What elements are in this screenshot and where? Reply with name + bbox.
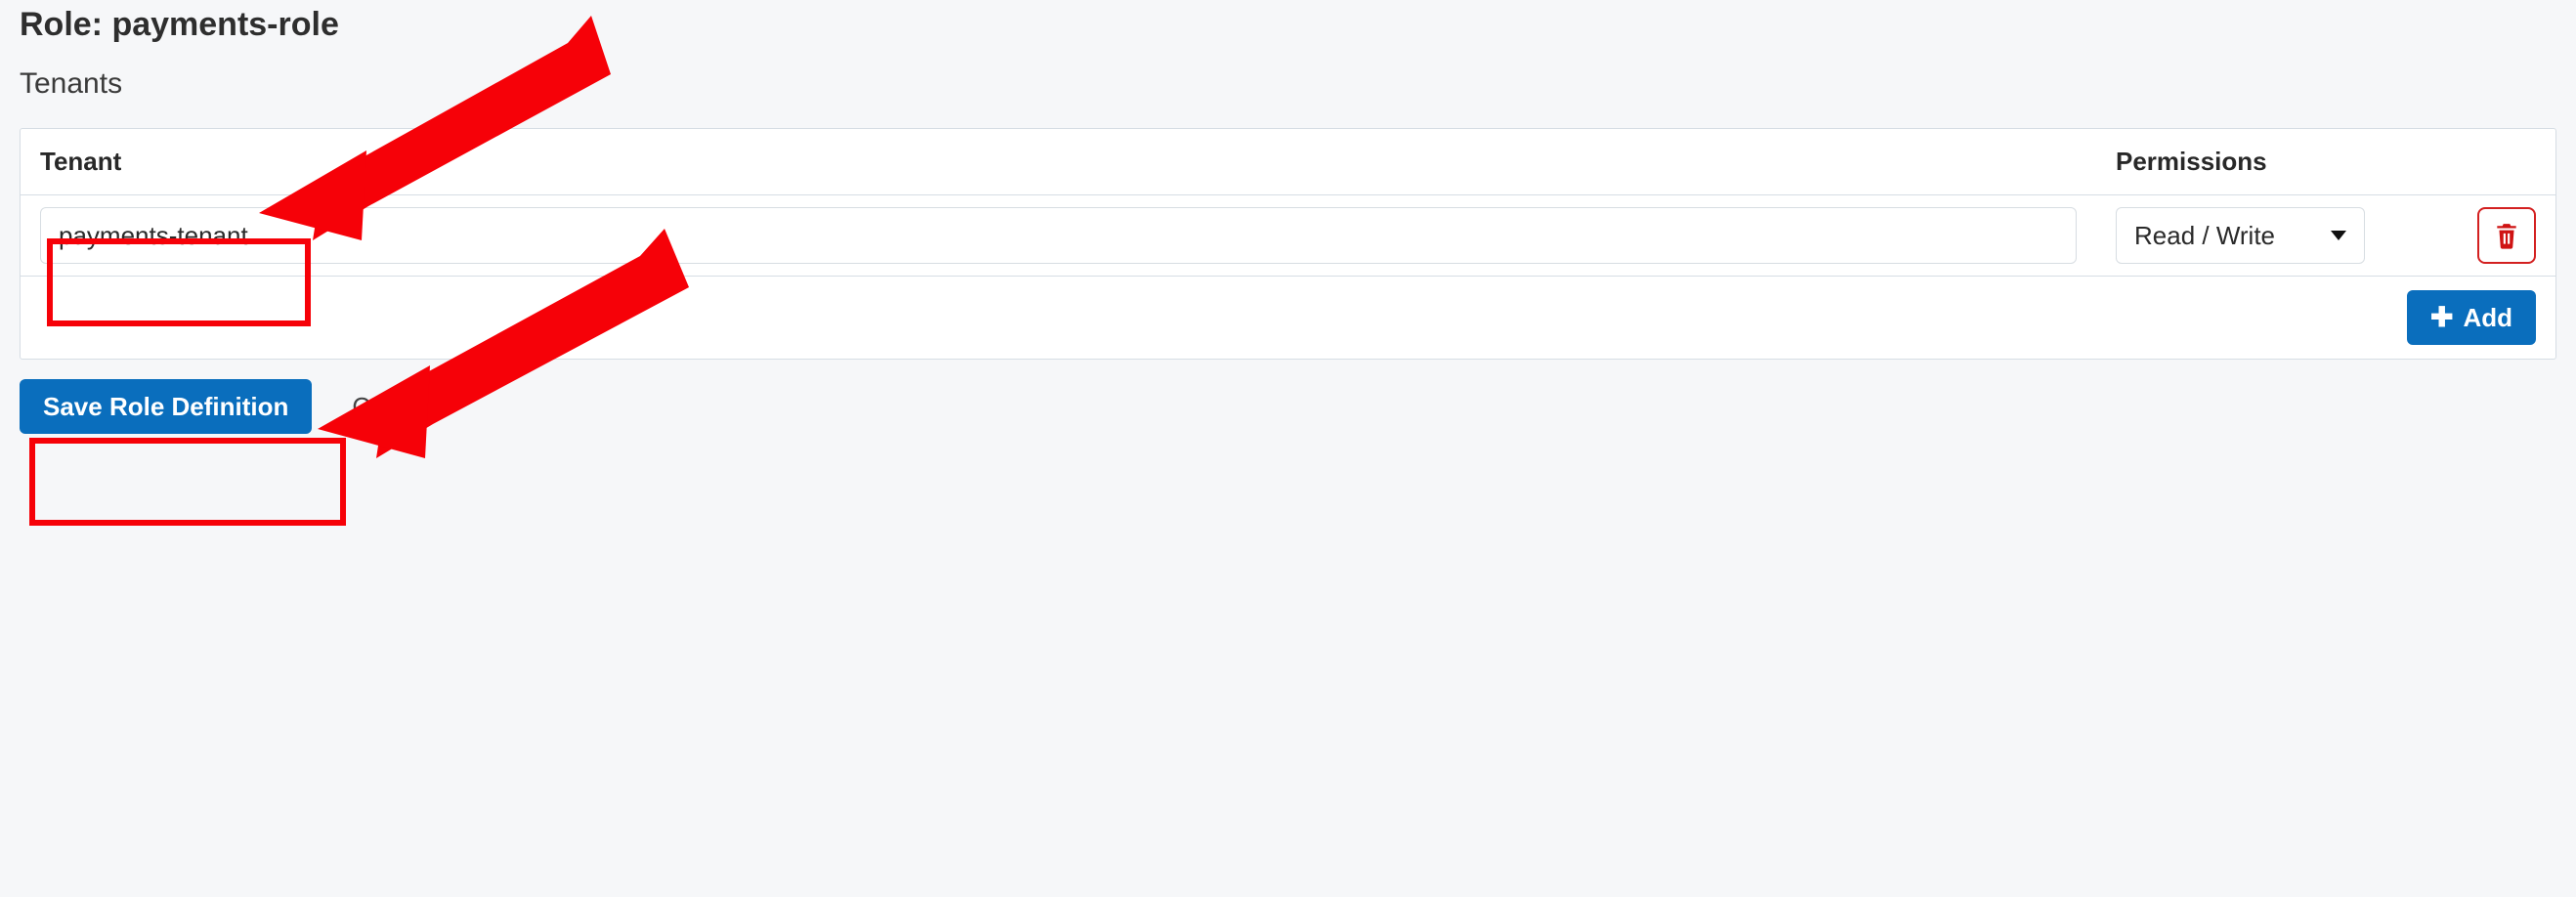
trash-icon — [2494, 222, 2519, 249]
form-actions: Save Role Definition Cancel — [20, 379, 2556, 434]
table-row: Read / Write — [21, 195, 2555, 277]
column-header-actions — [2448, 129, 2555, 195]
tenants-table: Tenant Permissions Read / Write — [21, 129, 2555, 359]
column-header-permissions: Permissions — [2096, 129, 2448, 195]
add-button-label: Add — [2463, 303, 2512, 333]
tenant-name-input[interactable] — [40, 207, 2077, 264]
delete-row-button[interactable] — [2477, 207, 2536, 264]
save-button[interactable]: Save Role Definition — [20, 379, 312, 434]
annotation-rect-save-button — [29, 438, 346, 526]
tenants-heading: Tenants — [20, 67, 2556, 101]
cancel-button-label: Cancel — [352, 392, 431, 422]
chevron-down-icon — [2331, 231, 2346, 240]
add-tenant-button[interactable]: ✚ Add — [2407, 290, 2536, 345]
tenants-card: Tenant Permissions Read / Write — [20, 128, 2556, 360]
save-button-label: Save Role Definition — [43, 392, 288, 422]
column-header-tenant: Tenant — [21, 129, 2096, 195]
permissions-dropdown[interactable]: Read / Write — [2116, 207, 2365, 264]
plus-icon: ✚ — [2430, 304, 2453, 331]
page-title: Role: payments-role — [20, 6, 2556, 44]
cancel-button[interactable]: Cancel — [327, 379, 455, 434]
permissions-selected-label: Read / Write — [2134, 221, 2275, 251]
